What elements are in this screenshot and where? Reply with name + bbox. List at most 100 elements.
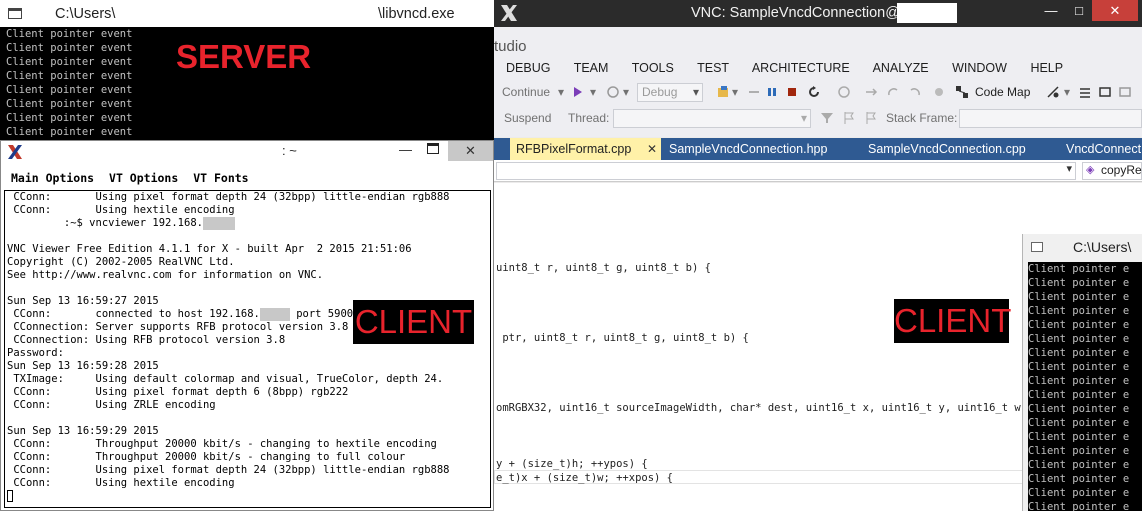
scope-dropdown[interactable] [496,162,1076,180]
console-line: Client pointer event [6,112,133,124]
menu-analyze[interactable]: ANALYZE [873,61,929,75]
terminal-line: Copyright (C) 2002-2005 RealVNC Ltd. [7,256,235,268]
pause-icon[interactable] [765,85,779,99]
redacted-ip [202,217,235,230]
console-line: Client pointer e [1028,305,1130,317]
menu-test[interactable]: TEST [697,61,729,75]
server-titlebar[interactable]: C:\Users\ \libvncd.exe [0,0,494,27]
hex-display-icon[interactable] [932,85,946,99]
continue-dropdown-icon[interactable]: ▾ [558,85,564,99]
flag-threads-icon[interactable] [842,111,856,125]
stop-icon[interactable] [785,85,799,99]
console-icon [1031,242,1043,252]
console-line: Client pointer e [1028,445,1130,457]
breakpoints-dropdown-icon[interactable]: ▾ [1064,85,1070,99]
find-in-files-icon[interactable] [716,85,730,99]
console-line: Client pointer e [1028,459,1130,471]
continue-button[interactable]: Continue [502,85,550,99]
navigate-back-icon[interactable] [606,85,620,99]
vs-menubar: DEBUG TEAM TOOLS TEST ARCHITECTURE ANALY… [506,61,1083,77]
xterm-titlebar[interactable]: : ~ — ✕ [1,141,493,163]
terminal-line: CConn: Using pixel format depth 24 (32bp… [7,191,450,203]
chevron-down-icon: ▾ [800,111,807,125]
close-button[interactable]: ✕ [1092,0,1138,21]
maximize-button[interactable]: □ [1062,0,1096,21]
server-title-path: C:\Users\ [55,6,116,22]
console-line: Client pointer e [1028,291,1130,303]
port-text: port 5900 [289,308,354,320]
terminal-cursor [7,490,13,502]
show-next-statement-icon[interactable] [837,85,851,99]
vs-debug-location-toolbar: Suspend Thread: ▾ Stack Frame: [494,108,1142,130]
solution-config-value: Debug [642,85,678,99]
server-console-window[interactable]: C:\Users\ \libvncd.exe Client pointer ev… [0,0,494,140]
minimize-button[interactable]: — [399,142,412,157]
terminal-line: Password: [7,347,64,359]
thread-select[interactable]: ▾ [613,109,811,128]
x11-logo-icon [501,5,517,21]
menu-main-options[interactable]: Main Options [11,171,94,185]
code-line: y + (size_t)h; ++ypos) { [496,458,648,470]
filter-icon[interactable] [820,111,834,125]
solution-config-select[interactable]: Debug ▾ [637,83,703,102]
member-dropdown[interactable]: ◈ copyRe [1082,162,1142,180]
tab-close-icon[interactable]: ✕ [647,138,657,160]
method-icon: ◈ [1086,164,1095,176]
restart-icon[interactable] [807,85,821,99]
vs-navigation-bar: ◈ copyRe [494,160,1142,182]
menu-tools[interactable]: TOOLS [632,61,674,75]
console-line: Client pointer e [1028,333,1130,345]
console-icon [8,8,22,19]
attach-process-icon[interactable] [572,85,586,99]
menu-debug[interactable]: DEBUG [506,61,550,75]
step-out-icon[interactable] [908,85,922,99]
parallel-stacks-icon[interactable] [1098,85,1112,99]
tab-vncdconnect[interactable]: VncdConnect [1066,138,1141,160]
console-line: Client pointer e [1028,501,1130,511]
terminal-line: CConn: Throughput 20000 kbit/s - changin… [7,451,406,463]
terminal-line: VNC Viewer Free Edition 4.1.1 for X - bu… [7,243,412,255]
find-dropdown-icon[interactable]: ▾ [732,85,738,99]
stack-frame-select[interactable] [959,109,1142,128]
console-line: Client pointer event [6,98,133,110]
attach-dropdown-icon[interactable]: ▾ [590,85,596,99]
navigate-dropdown-icon[interactable]: ▾ [623,85,629,99]
tab-rfbpixelformat-cpp[interactable]: RFBPixelFormat.cpp ✕ [510,138,661,160]
xterm-window[interactable]: : ~ — ✕ Main Options VT Options VT Fonts… [0,140,494,511]
xterm-terminal-output[interactable]: CConn: Using pixel format depth 24 (32bp… [4,190,491,508]
tab-samplevncdconnection-hpp[interactable]: SampleVncdConnection.hpp [669,138,827,160]
member-dropdown-value: copyRe [1101,163,1142,177]
vnc-viewer-window: VNC: SampleVncdConnection@ — □ ✕ tudio D… [494,0,1142,511]
debug-location-icon[interactable] [1118,85,1132,99]
menu-team[interactable]: TEAM [574,61,609,75]
step-over-icon[interactable] [886,85,900,99]
remote-cmd-window[interactable]: C:\Users\ Client pointer e Client pointe… [1022,234,1142,511]
terminal-line: Sun Sep 13 16:59:28 2015 [7,360,159,372]
menu-help[interactable]: HELP [1030,61,1063,75]
menu-vt-options[interactable]: VT Options [109,171,178,185]
thread-label: Thread: [568,111,610,125]
step-into-icon[interactable] [864,85,878,99]
redacted-hostname [897,3,957,23]
step-icon[interactable] [747,85,761,99]
close-button[interactable]: ✕ [448,141,493,161]
console-line: Client pointer event [6,84,133,96]
code-map-button[interactable]: Code Map [975,85,1030,99]
console-line: Client pointer e [1028,347,1130,359]
menu-architecture[interactable]: ARCHITECTURE [752,61,850,75]
code-line: omRGBX32, uint16_t sourceImageWidth, cha… [496,402,1053,414]
threads-icon[interactable] [1078,85,1092,99]
menu-vt-fonts[interactable]: VT Fonts [193,171,248,185]
tab-samplevncdconnection-cpp[interactable]: SampleVncdConnection.cpp [868,138,1026,160]
maximize-button[interactable] [427,143,439,154]
menu-window[interactable]: WINDOW [952,61,1007,75]
toggle-breakpoints-icon[interactable] [1046,85,1060,99]
suspend-button[interactable]: Suspend [504,111,551,125]
terminal-line: See http://www.realvnc.com for informati… [7,269,324,281]
vnc-titlebar[interactable]: VNC: SampleVncdConnection@ — □ ✕ [494,0,1142,27]
flag-icon[interactable] [864,111,878,125]
terminal-line: TXImage: Using default colormap and visu… [7,373,444,385]
console-line: Client pointer e [1028,431,1130,443]
stack-frame-label: Stack Frame: [886,111,958,125]
